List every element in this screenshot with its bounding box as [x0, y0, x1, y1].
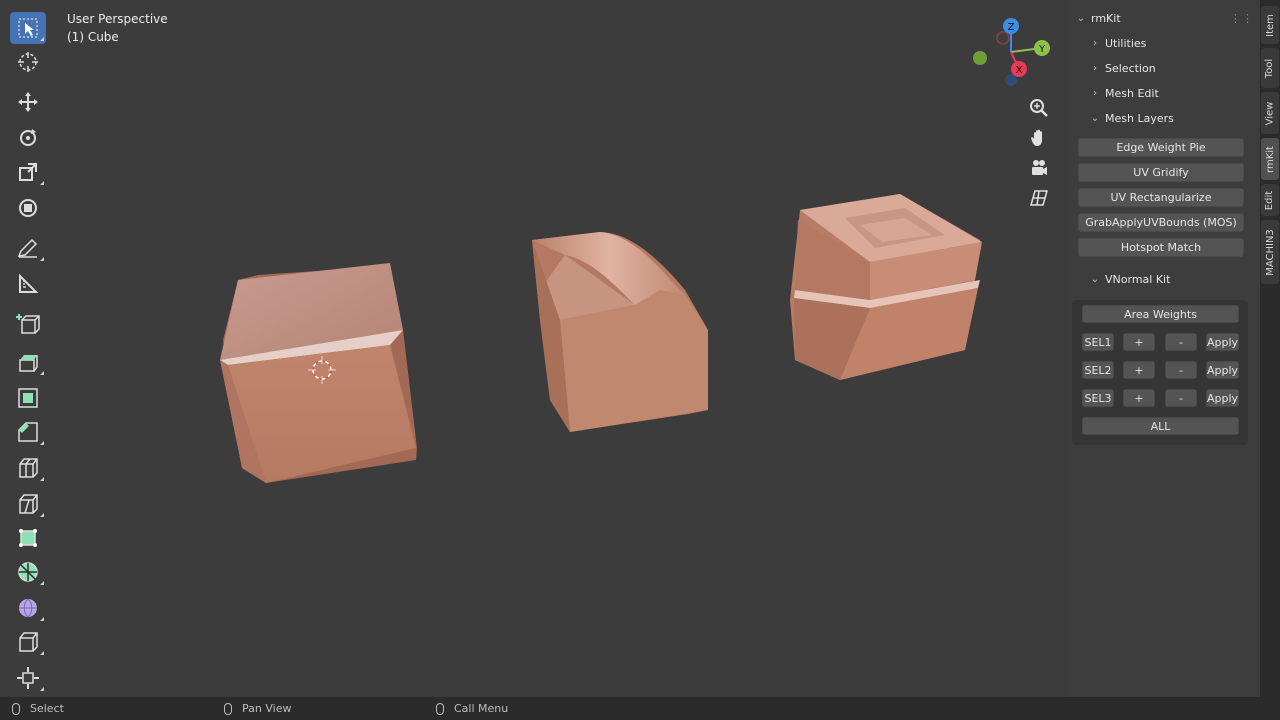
cube-object[interactable]: [220, 263, 417, 483]
all-button[interactable]: ALL: [1082, 417, 1239, 435]
rounded-block-object[interactable]: [532, 232, 708, 432]
section-label: Mesh Edit: [1105, 86, 1159, 100]
edge-weight-pie-button[interactable]: Edge Weight Pie: [1078, 138, 1244, 157]
measure-icon[interactable]: [10, 268, 46, 300]
shrink-fatten-icon[interactable]: [10, 662, 46, 694]
cursor-icon[interactable]: [10, 46, 46, 78]
sel3-remove-button[interactable]: -: [1165, 389, 1197, 407]
tab-view[interactable]: View: [1261, 92, 1279, 134]
inset-icon[interactable]: [10, 382, 46, 414]
section-mesh-layers[interactable]: ⌄ Mesh Layers: [1088, 107, 1278, 129]
area-weights-button[interactable]: Area Weights: [1082, 305, 1239, 323]
edge-slide-icon[interactable]: [10, 626, 46, 658]
tab-label: Tool: [1264, 58, 1276, 78]
scene-objects[interactable]: [180, 180, 1000, 500]
poly-build-icon[interactable]: [10, 522, 46, 554]
section-mesh-edit[interactable]: › Mesh Edit: [1088, 82, 1278, 104]
rmkit-panel-header[interactable]: ⌄ rmKit ⋮⋮: [1074, 7, 1264, 29]
status-menu-label: Call Menu: [454, 702, 509, 715]
status-pan: Pan View: [224, 697, 291, 720]
tab-edit[interactable]: Edit: [1261, 184, 1279, 216]
status-pan-label: Pan View: [242, 702, 292, 715]
section-label: Mesh Layers: [1105, 111, 1174, 125]
rmkit-title: rmKit: [1091, 11, 1121, 25]
mouse-left-icon: [12, 702, 20, 715]
status-select-label: Select: [30, 702, 64, 715]
sel3-apply-button[interactable]: Apply: [1206, 389, 1239, 407]
section-utilities[interactable]: › Utilities: [1088, 32, 1278, 54]
vnormal-kit-title: VNormal Kit: [1105, 272, 1171, 286]
sel2-button[interactable]: SEL2: [1082, 361, 1114, 379]
tab-tool[interactable]: Tool: [1261, 48, 1279, 88]
extrude-icon[interactable]: [10, 346, 46, 378]
rotate-icon[interactable]: [10, 122, 46, 154]
uv-gridify-button[interactable]: UV Gridify: [1078, 163, 1244, 182]
vnormal-kit-header[interactable]: ⌄ VNormal Kit: [1088, 268, 1278, 290]
tab-machin3[interactable]: MACHIN3: [1261, 220, 1279, 284]
select-box-icon[interactable]: [10, 12, 46, 44]
spin-icon[interactable]: [10, 556, 46, 588]
hotspot-match-button[interactable]: Hotspot Match: [1078, 238, 1244, 257]
tab-item[interactable]: Item: [1261, 6, 1279, 44]
smooth-icon[interactable]: [10, 592, 46, 624]
chevron-down-icon: ⌄: [1076, 12, 1086, 24]
section-label: Selection: [1105, 61, 1156, 75]
grab-apply-uv-bounds-button[interactable]: GrabApplyUVBounds (MOS): [1078, 213, 1244, 232]
camera-view-icon[interactable]: [1026, 155, 1052, 181]
framed-cube-object[interactable]: [790, 194, 982, 380]
scale-icon[interactable]: [10, 156, 46, 188]
gizmo-y-label: Y: [1038, 44, 1046, 55]
sel3-add-button[interactable]: +: [1123, 389, 1155, 407]
transform-icon[interactable]: [10, 192, 46, 224]
sel1-apply-button[interactable]: Apply: [1206, 333, 1239, 351]
active-object-label: (1) Cube: [67, 30, 119, 44]
gizmo-z-label: Z: [1008, 22, 1015, 33]
sel2-remove-button[interactable]: -: [1165, 361, 1197, 379]
bevel-icon[interactable]: [10, 416, 46, 448]
status-select: Select: [12, 697, 64, 720]
mouse-middle-icon: [224, 702, 232, 715]
sel1-button[interactable]: SEL1: [1082, 333, 1114, 351]
chevron-right-icon: ›: [1093, 87, 1097, 99]
zoom-icon[interactable]: [1026, 95, 1052, 121]
add-cube-icon[interactable]: [10, 308, 46, 340]
drag-handle-icon[interactable]: ⋮⋮: [1230, 12, 1254, 25]
sel1-remove-button[interactable]: -: [1165, 333, 1197, 351]
sel1-add-button[interactable]: +: [1123, 333, 1155, 351]
tab-rmkit[interactable]: rmKit: [1261, 138, 1279, 180]
section-label: Utilities: [1105, 36, 1147, 50]
status-menu: Call Menu: [436, 697, 508, 720]
sel2-apply-button[interactable]: Apply: [1206, 361, 1239, 379]
chevron-down-icon: ⌄: [1090, 273, 1100, 285]
chevron-down-icon: ⌄: [1090, 112, 1100, 124]
status-bar: Select Pan View Call Menu: [0, 697, 1280, 720]
sel2-add-button[interactable]: +: [1123, 361, 1155, 379]
chevron-right-icon: ›: [1093, 62, 1097, 74]
move-icon[interactable]: [10, 86, 46, 118]
navigation-gizmo[interactable]: Z Y X: [966, 14, 1056, 94]
knife-icon[interactable]: [10, 488, 46, 520]
sidebar-tabs: Item Tool View rmKit Edit MACHIN3: [1260, 0, 1280, 697]
uv-rectangularize-button[interactable]: UV Rectangularize: [1078, 188, 1244, 207]
tool-shelf: [8, 10, 48, 700]
sel3-button[interactable]: SEL3: [1082, 389, 1114, 407]
tab-label: rmKit: [1264, 145, 1276, 173]
tab-label: Edit: [1264, 190, 1276, 210]
ortho-grid-icon[interactable]: [1026, 185, 1052, 211]
section-selection[interactable]: › Selection: [1088, 57, 1278, 79]
tab-label: MACHIN3: [1264, 228, 1276, 276]
chevron-right-icon: ›: [1093, 37, 1097, 49]
annotate-icon[interactable]: [10, 232, 46, 264]
pan-hand-icon[interactable]: [1026, 125, 1052, 151]
loop-cut-icon[interactable]: [10, 452, 46, 484]
vnormal-kit-box: Area Weights SEL1 + - Apply SEL2 + - App…: [1072, 300, 1248, 445]
view-mode-label: User Perspective: [67, 12, 168, 26]
gizmo-x-label: X: [1016, 65, 1023, 76]
mouse-right-icon: [436, 702, 444, 715]
tab-label: View: [1264, 101, 1276, 125]
tab-label: Item: [1264, 13, 1276, 37]
